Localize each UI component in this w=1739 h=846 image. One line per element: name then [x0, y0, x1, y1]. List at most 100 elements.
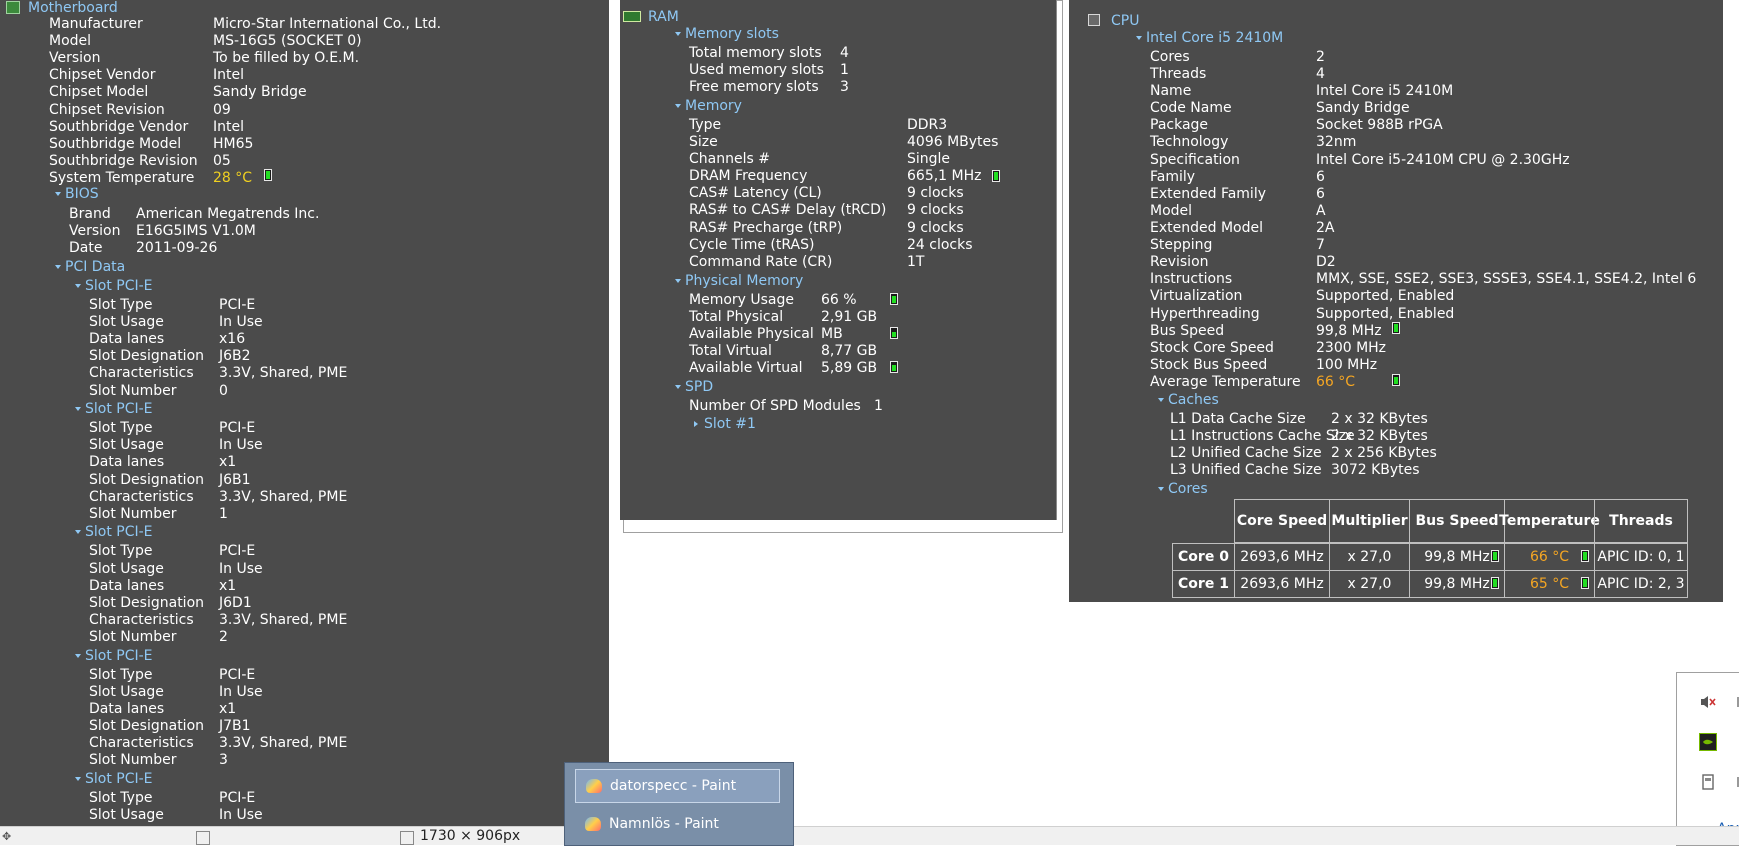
selection-icon [196, 831, 210, 845]
property-label: Family [1150, 169, 1196, 185]
bios-group[interactable]: BIOS [65, 186, 99, 203]
expand-toggle-icon[interactable] [675, 279, 681, 283]
property-label: Channels # [689, 151, 770, 167]
memory-group[interactable]: Memory [685, 98, 742, 115]
property-label: Slot Type [89, 297, 153, 313]
property-value: 3.3V, Shared, PME [219, 612, 348, 628]
expand-toggle-icon[interactable] [75, 407, 81, 412]
property-label: Slot Number [89, 752, 177, 768]
spd-group[interactable]: SPD [685, 379, 713, 396]
property-value: 6 [1316, 169, 1325, 185]
pci-slot-group[interactable]: Slot PCI-E [85, 278, 153, 295]
cpu-title[interactable]: CPU [1111, 13, 1139, 30]
property-value: 1 [219, 506, 228, 522]
pci-slot-group[interactable]: Slot PCI-E [85, 648, 153, 665]
property-label: Extended Family [1150, 186, 1266, 202]
property-value: x1 [219, 578, 237, 594]
cell-text: Core 1 [1178, 576, 1229, 592]
property-value: 3.3V, Shared, PME [219, 365, 348, 381]
window-item-datorspecc[interactable]: datorspecc - Paint [575, 769, 780, 803]
usb-device-icon[interactable] [1699, 773, 1717, 791]
property-label: Package [1150, 117, 1209, 133]
expand-toggle-icon[interactable] [675, 32, 681, 36]
property-value: MMX, SSE, SSE2, SSE3, SSSE3, SSE4.1, SSE… [1316, 271, 1697, 287]
speaker-muted-icon[interactable] [1699, 693, 1717, 711]
cores-group[interactable]: Cores [1168, 481, 1208, 498]
window-item-label: Namnlös - Paint [609, 816, 719, 832]
property-label: Characteristics [89, 489, 194, 505]
nvidia-icon[interactable] [1699, 733, 1717, 751]
cpu-model-group[interactable]: Intel Core i5 2410M [1146, 30, 1283, 47]
expand-toggle-icon[interactable] [694, 421, 698, 427]
motherboard-title[interactable]: Motherboard [28, 0, 118, 17]
property-label: Total Virtual [689, 343, 772, 359]
expand-toggle-icon[interactable] [1158, 487, 1164, 491]
expand-toggle-icon[interactable] [75, 653, 81, 658]
property-label: Data lanes [89, 578, 165, 594]
property-value: PCI-E [219, 667, 256, 683]
property-label: Cycle Time (tRAS) [689, 237, 815, 253]
property-label: Number Of SPD Modules [689, 398, 861, 414]
level-bar-icon [1392, 374, 1400, 386]
property-value: Single [907, 151, 951, 167]
property-value: 4 [840, 45, 849, 61]
cell-text: 66 °C [1529, 549, 1570, 565]
cell-text: 99,8 MHz [1424, 549, 1490, 565]
property-value: American Megatrends Inc. [136, 206, 320, 222]
expand-toggle-icon[interactable] [75, 776, 81, 781]
property-value: 6 [1316, 186, 1325, 202]
level-bar-icon [992, 170, 1000, 182]
table-cell: 2693,6 MHz [1234, 570, 1330, 598]
property-value: 2 x 256 KBytes [1331, 445, 1437, 461]
caches-group[interactable]: Caches [1168, 392, 1219, 409]
table-header-label: Threads [1609, 512, 1673, 529]
expand-toggle-icon[interactable] [1136, 36, 1142, 40]
property-value: Supported, Enabled [1316, 288, 1455, 304]
property-value: 9 clocks [907, 202, 964, 218]
pci-slot-group[interactable]: Slot PCI-E [85, 771, 153, 788]
property-label: Threads [1150, 66, 1207, 82]
property-label: Available Physical [689, 326, 814, 342]
property-value: 2 x 32 KBytes [1331, 411, 1428, 427]
pci-data-group[interactable]: PCI Data [65, 259, 125, 276]
property-label: Total memory slots [689, 45, 822, 61]
cell-text: APIC ID: 0, 1 [1597, 549, 1685, 565]
expand-toggle-icon[interactable] [75, 530, 81, 535]
table-cell: Core 0 [1172, 543, 1235, 571]
property-label: Characteristics [89, 612, 194, 628]
spd-slot-link[interactable]: Slot #1 [704, 416, 756, 433]
taskbar-window-list: datorspecc - Paint Namnlös - Paint [564, 762, 794, 846]
property-value: 1 [840, 62, 849, 78]
table-header-cell: Core Speed [1234, 499, 1330, 543]
level-bar-icon [1581, 550, 1589, 562]
physical-memory-group[interactable]: Physical Memory [685, 273, 803, 290]
property-value: 4 [1316, 66, 1325, 82]
pci-slot-group[interactable]: Slot PCI-E [85, 524, 153, 541]
expand-toggle-icon[interactable] [1158, 398, 1164, 402]
table-header-label: Temperature [1499, 512, 1600, 529]
expand-toggle-icon[interactable] [75, 284, 81, 288]
property-value: 09 [213, 102, 231, 118]
expand-toggle-icon[interactable] [675, 385, 681, 389]
property-label: Bus Speed [1150, 323, 1225, 339]
pci-slot-group[interactable]: Slot PCI-E [85, 401, 153, 418]
property-value: x16 [219, 331, 246, 347]
property-value: 2 x 32 KBytes [1331, 428, 1428, 444]
property-label: Date [69, 240, 103, 256]
property-label: Used memory slots [689, 62, 824, 78]
table-header-label: Multiplier [1331, 512, 1408, 529]
window-item-namnlos[interactable]: Namnlös - Paint [575, 807, 780, 841]
property-label: Slot Number [89, 629, 177, 645]
memory-slots-group[interactable]: Memory slots [685, 26, 779, 43]
expand-toggle-icon[interactable] [55, 265, 61, 269]
expand-toggle-icon[interactable] [55, 192, 61, 196]
property-label: Hyperthreading [1150, 306, 1260, 322]
property-label: Manufacturer [49, 16, 143, 32]
property-label: Slot Usage [89, 561, 164, 577]
expand-toggle-icon[interactable] [675, 104, 681, 108]
property-value: 3 [840, 79, 849, 95]
ram-title[interactable]: RAM [648, 9, 679, 26]
status-bar: ✥ 1730 × 906px [0, 826, 1739, 845]
paint-icon [586, 779, 602, 793]
property-label: Extended Model [1150, 220, 1263, 236]
